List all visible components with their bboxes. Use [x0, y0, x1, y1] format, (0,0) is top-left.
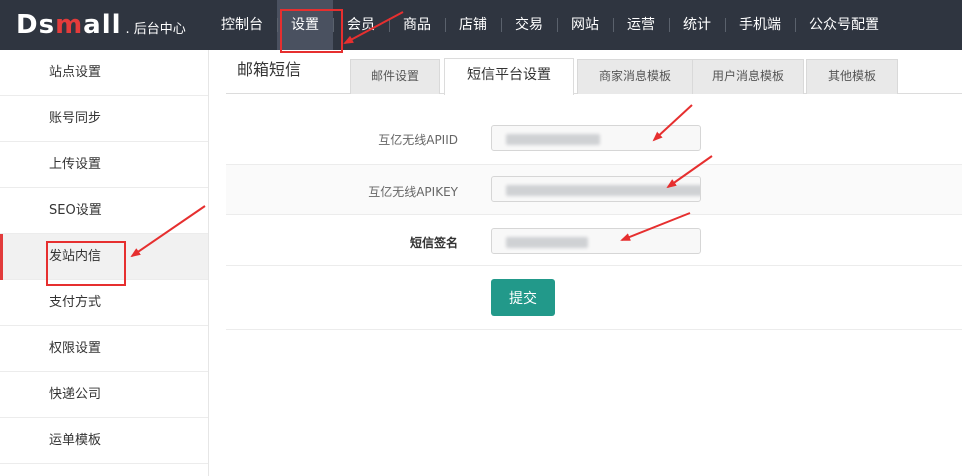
apikey-input[interactable] [491, 176, 701, 202]
sidebar-item-permissions[interactable]: 权限设置 [0, 326, 208, 372]
form-row-apikey: 互亿无线APIKEY [226, 165, 962, 215]
nav-annotation-box [280, 9, 343, 53]
nav-item-trade[interactable]: 交易 [501, 0, 557, 50]
logo[interactable]: Dsmall . 后台中心 [16, 8, 186, 42]
logo-brand: Dsmall [16, 10, 122, 40]
tab-email-settings[interactable]: 邮件设置 [350, 59, 440, 94]
sidebar-item-waybill-template[interactable]: 运单模板 [0, 418, 208, 464]
signature-redacted [506, 237, 588, 248]
sidebar-item-payment[interactable]: 支付方式 [0, 280, 208, 326]
tab-merchant-templates[interactable]: 商家消息模板 [577, 59, 693, 94]
apiid-label: 互亿无线APIID [378, 133, 458, 147]
tab-user-templates[interactable]: 用户消息模板 [692, 59, 804, 94]
logo-subtitle: . 后台中心 [125, 22, 186, 37]
sidebar-item-account-sync[interactable]: 账号同步 [0, 96, 208, 142]
form-row-apiid: 互亿无线APIID [226, 113, 962, 165]
form-row-submit [226, 266, 962, 330]
top-bar: Dsmall . 后台中心 控制台 设置 会员 商品 店铺 交易 网站 运营 统… [0, 0, 962, 50]
submit-button[interactable]: 提交 [491, 279, 555, 316]
apiid-redacted [506, 134, 600, 145]
signature-input[interactable] [491, 228, 701, 254]
sidebar-item-express[interactable]: 快递公司 [0, 372, 208, 418]
sidebar-annotation-box [46, 241, 126, 286]
apiid-input[interactable] [491, 125, 701, 151]
sidebar-item-upload-settings[interactable]: 上传设置 [0, 142, 208, 188]
tab-sms-platform[interactable]: 短信平台设置 [444, 58, 574, 95]
page-title: 邮箱短信 [237, 60, 302, 79]
apikey-redacted [506, 185, 700, 196]
sidebar-item-site-settings[interactable]: 站点设置 [0, 50, 208, 96]
nav-item-website[interactable]: 网站 [557, 0, 613, 50]
nav-item-wechat-config[interactable]: 公众号配置 [795, 0, 893, 50]
apikey-label: 互亿无线APIKEY [368, 185, 458, 199]
sidebar-item-seo-settings[interactable]: SEO设置 [0, 188, 208, 234]
nav-item-stores[interactable]: 店铺 [445, 0, 501, 50]
nav-item-dashboard[interactable]: 控制台 [207, 0, 277, 50]
nav-item-goods[interactable]: 商品 [389, 0, 445, 50]
nav-item-stats[interactable]: 统计 [669, 0, 725, 50]
signature-label: 短信签名 [409, 236, 458, 250]
nav-item-mobile[interactable]: 手机端 [725, 0, 795, 50]
tab-other-templates[interactable]: 其他模板 [806, 59, 898, 94]
form-row-signature: 短信签名 [226, 215, 962, 266]
tab-bar: 邮件设置 短信平台设置 商家消息模板 用户消息模板 其他模板 [226, 58, 962, 95]
nav-item-operation[interactable]: 运营 [613, 0, 669, 50]
